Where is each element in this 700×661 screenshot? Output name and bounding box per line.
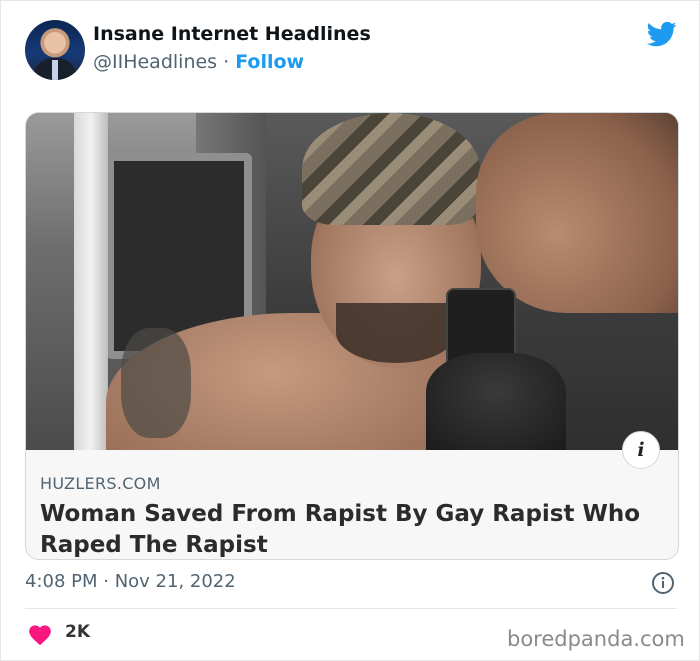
separator-dot: · [223, 51, 230, 73]
link-preview-card[interactable]: i HUZLERS.COM Woman Saved From Rapist By… [25, 112, 679, 560]
tweet-timestamp[interactable]: 4:08 PM · Nov 21, 2022 [25, 571, 236, 592]
display-name[interactable]: Insane Internet Headlines [93, 23, 371, 45]
photo-beanie [302, 113, 480, 225]
card-headline[interactable]: Woman Saved From Rapist By Gay Rapist Wh… [40, 499, 660, 559]
info-circle-icon[interactable] [651, 571, 675, 595]
follow-button[interactable]: Follow [235, 51, 304, 73]
photo-arm-flex [476, 113, 678, 313]
card-text: HUZLERS.COM Woman Saved From Rapist By G… [40, 474, 660, 559]
tweet-embed: Insane Internet Headlines @IIHeadlines ·… [0, 0, 700, 661]
user-handle[interactable]: @IIHeadlines [93, 51, 217, 73]
photo-bright-pillar [74, 113, 108, 450]
like-count[interactable]: 2K [65, 622, 90, 642]
heart-icon[interactable] [27, 622, 53, 646]
article-photo[interactable] [26, 113, 678, 450]
avatar[interactable] [25, 20, 85, 80]
avatar-tie [52, 60, 58, 80]
watermark: boredpanda.com [507, 627, 685, 651]
handle-row: @IIHeadlines · Follow [93, 51, 304, 73]
info-badge[interactable]: i [622, 431, 660, 469]
card-domain: HUZLERS.COM [40, 474, 161, 493]
divider [25, 608, 677, 609]
photo-beard [336, 303, 456, 363]
photo-tattoo [121, 328, 191, 438]
photo-gloved-hand [426, 353, 566, 450]
twitter-bird-icon[interactable] [645, 19, 679, 49]
